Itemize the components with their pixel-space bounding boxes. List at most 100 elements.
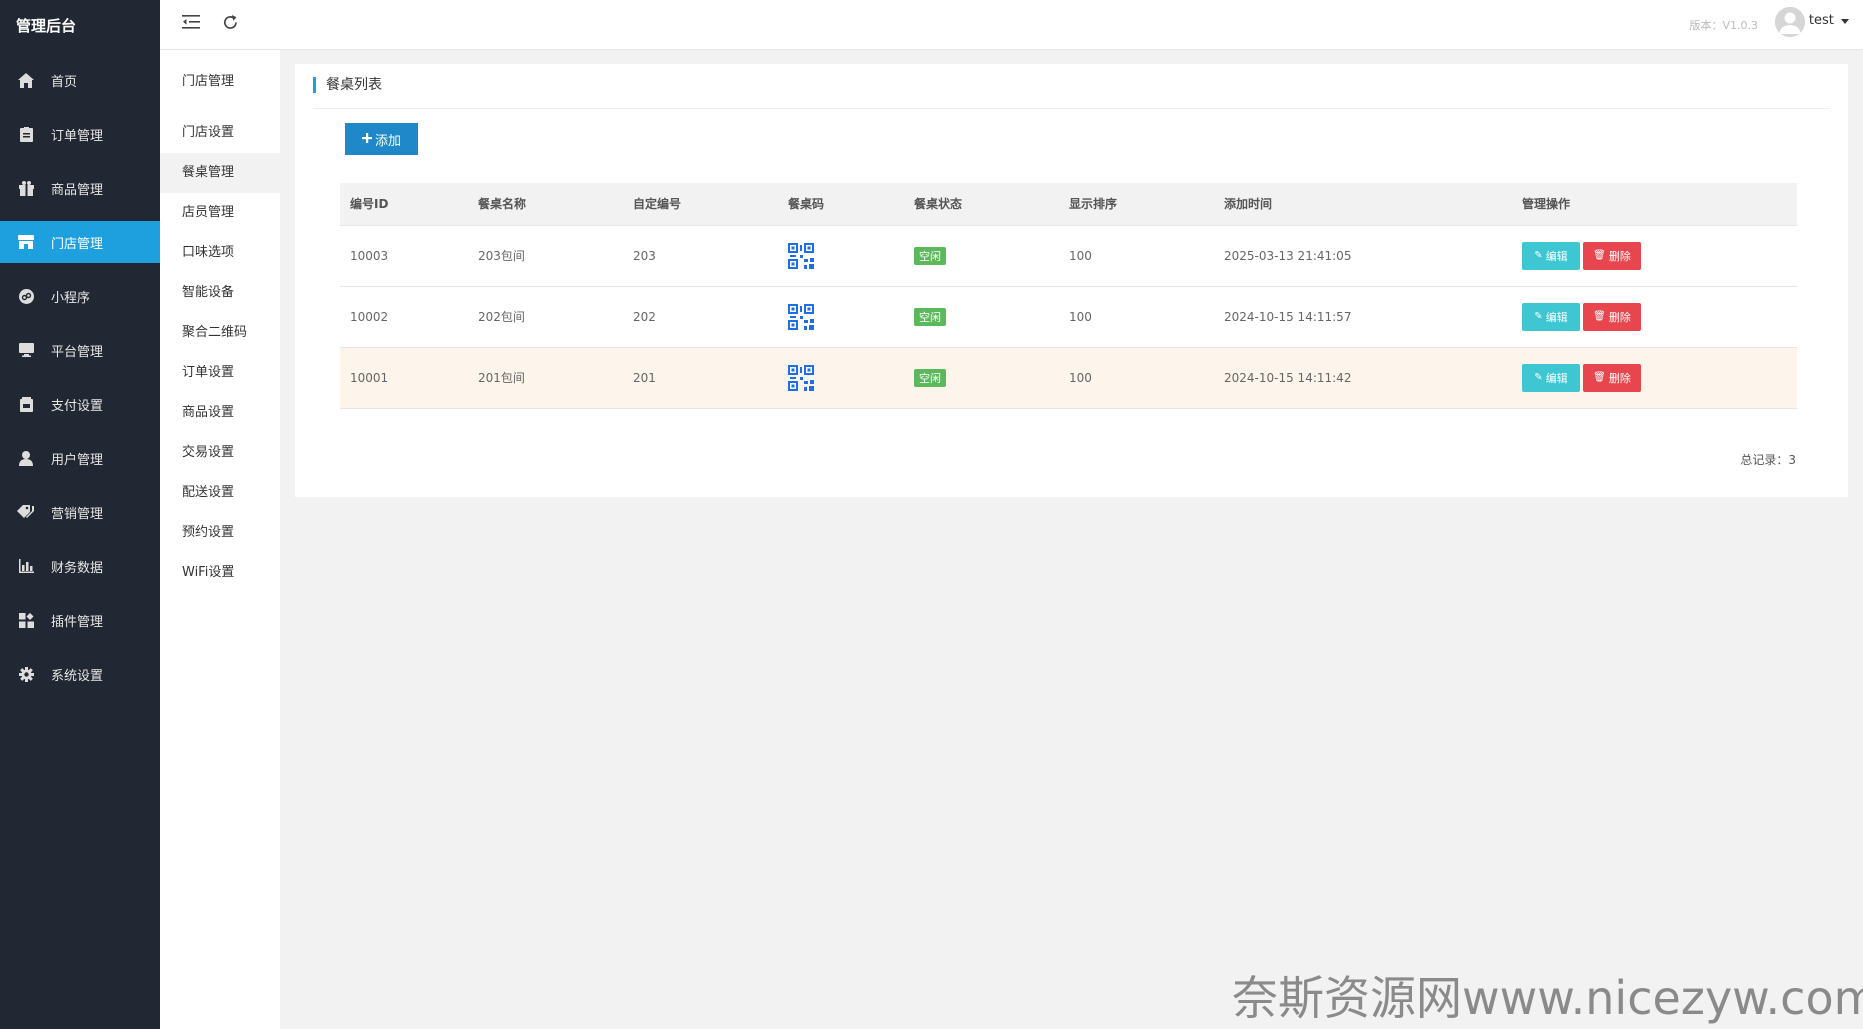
qrcode-icon[interactable] xyxy=(788,364,814,391)
table-row: 10003 203包间 203 空闲 100 2025-03-13 21:41:… xyxy=(340,225,1797,287)
brand-title: 管理后台 xyxy=(16,17,77,35)
edit-button[interactable]: ✎ 编辑 xyxy=(1522,302,1580,331)
nav-item-marketing[interactable]: 营销管理 xyxy=(0,491,160,533)
subnav-item-aggregate-qr[interactable]: 聚合二维码 xyxy=(160,313,280,353)
nav-item-platform[interactable]: 平台管理 xyxy=(0,329,160,371)
pencil-icon: ✎ xyxy=(1534,250,1543,261)
edit-label: 编辑 xyxy=(1545,249,1568,263)
qrcode-icon[interactable] xyxy=(788,303,814,330)
pencil-icon: ✎ xyxy=(1534,372,1543,383)
delete-button[interactable]: 🗑 删除 xyxy=(1583,363,1641,392)
nav-item-plugins[interactable]: 插件管理 xyxy=(0,599,160,641)
main-sidebar: 管理后台 首页 订单管理 商品管理 门店管理 小程序 平台管理 支付设置 用户管… xyxy=(0,0,160,1029)
nav-item-orders[interactable]: 订单管理 xyxy=(0,113,160,155)
cell-id: 10001 xyxy=(340,347,468,409)
cell-actions: ✎ 编辑 🗑 删除 xyxy=(1512,286,1797,348)
nav-label: 用户管理 xyxy=(51,452,104,468)
nav-label: 门店管理 xyxy=(51,236,104,252)
edit-button[interactable]: ✎ 编辑 xyxy=(1522,241,1580,270)
divider xyxy=(313,108,1830,109)
subnav-item-table-management[interactable]: 餐桌管理 xyxy=(160,153,280,193)
watermark-text: 奈斯资源网www.nicezyw.com xyxy=(1232,971,1863,1025)
nav-item-store[interactable]: 门店管理 xyxy=(0,221,160,263)
cell-name: 203包间 xyxy=(468,225,623,287)
total-records: 总记录：3 xyxy=(1740,453,1796,467)
table-row: 10001 201包间 201 空闲 100 2024-10-15 14:11:… xyxy=(340,347,1797,409)
col-header-time: 添加时间 xyxy=(1214,183,1512,226)
cell-actions: ✎ 编辑 🗑 删除 xyxy=(1512,225,1797,287)
add-button[interactable]: 添加 xyxy=(345,123,418,155)
cell-status: 空闲 xyxy=(904,286,1059,348)
status-badge: 空闲 xyxy=(914,307,946,326)
subnav-item-wifi-settings[interactable]: WiFi设置 xyxy=(160,553,280,593)
col-header-id: 编号ID xyxy=(340,183,468,226)
nav-label: 商品管理 xyxy=(51,182,104,198)
edit-label: 编辑 xyxy=(1545,371,1568,385)
cell-time: 2024-10-15 14:11:57 xyxy=(1214,286,1512,348)
delete-label: 删除 xyxy=(1608,310,1631,324)
subnav-item-reservation-settings[interactable]: 预约设置 xyxy=(160,513,280,553)
delete-button[interactable]: 🗑 删除 xyxy=(1583,302,1641,331)
subnav-item-trade-settings[interactable]: 交易设置 xyxy=(160,433,280,473)
edit-button[interactable]: ✎ 编辑 xyxy=(1522,363,1580,392)
refresh-icon[interactable] xyxy=(222,14,244,36)
subnav-item-delivery-settings[interactable]: 配送设置 xyxy=(160,473,280,513)
subnav-item-flavor[interactable]: 口味选项 xyxy=(160,233,280,273)
avatar[interactable] xyxy=(1775,7,1805,37)
cell-qr xyxy=(778,286,904,348)
cell-id: 10003 xyxy=(340,225,468,287)
cell-code: 201 xyxy=(623,347,778,409)
cell-status: 空闲 xyxy=(904,225,1059,287)
cell-name: 201包间 xyxy=(468,347,623,409)
col-header-sort: 显示排序 xyxy=(1059,183,1214,226)
subnav-item-devices[interactable]: 智能设备 xyxy=(160,273,280,313)
delete-button[interactable]: 🗑 删除 xyxy=(1583,241,1641,270)
collapse-menu-icon[interactable] xyxy=(182,14,204,36)
store-icon xyxy=(16,234,36,250)
col-header-name: 餐桌名称 xyxy=(468,183,623,226)
card-title: 餐桌列表 xyxy=(313,77,382,93)
add-button-label: 添加 xyxy=(374,133,401,149)
nav-label: 财务数据 xyxy=(51,560,104,576)
cell-name: 202包间 xyxy=(468,286,623,348)
col-header-status: 餐桌状态 xyxy=(904,183,1059,226)
subnav-item-order-settings[interactable]: 订单设置 xyxy=(160,353,280,393)
status-badge: 空闲 xyxy=(914,368,946,387)
nav-item-miniprogram[interactable]: 小程序 xyxy=(0,275,160,317)
home-icon xyxy=(16,72,36,88)
qrcode-icon[interactable] xyxy=(788,242,814,269)
wallet-icon xyxy=(16,396,36,412)
nav-item-home[interactable]: 首页 xyxy=(0,59,160,101)
top-header: 版本：V1.0.3 test xyxy=(160,0,1863,50)
nav-label: 营销管理 xyxy=(51,506,104,522)
subnav-item-product-settings[interactable]: 商品设置 xyxy=(160,393,280,433)
cell-status: 空闲 xyxy=(904,347,1059,409)
table-header-row: 编号ID 餐桌名称 自定编号 餐桌码 餐桌状态 显示排序 添加时间 管理操作 xyxy=(340,183,1797,226)
cell-code: 203 xyxy=(623,225,778,287)
username: test xyxy=(1808,13,1834,28)
cell-id: 10002 xyxy=(340,286,468,348)
tables-table: 编号ID 餐桌名称 自定编号 餐桌码 餐桌状态 显示排序 添加时间 管理操作 1… xyxy=(340,183,1797,409)
cell-sort: 100 xyxy=(1059,347,1214,409)
nav-item-settings[interactable]: 系统设置 xyxy=(0,653,160,695)
nav-item-products[interactable]: 商品管理 xyxy=(0,167,160,209)
nav-item-payment[interactable]: 支付设置 xyxy=(0,383,160,425)
nav-label: 订单管理 xyxy=(51,128,104,144)
nav-label: 首页 xyxy=(51,74,78,90)
cell-time: 2024-10-15 14:11:42 xyxy=(1214,347,1512,409)
cell-time: 2025-03-13 21:41:05 xyxy=(1214,225,1512,287)
subnav-item-store-settings[interactable]: 门店设置 xyxy=(160,113,280,153)
col-header-custom-code: 自定编号 xyxy=(623,183,778,226)
subnav-item-staff[interactable]: 店员管理 xyxy=(160,193,280,233)
user-menu[interactable]: test xyxy=(1809,13,1849,28)
monitor-icon xyxy=(16,342,36,358)
table-list-card: 餐桌列表 添加 编号ID 餐桌名称 自定编号 餐桌码 餐桌状态 显示排序 添加时… xyxy=(295,64,1848,497)
nav-item-users[interactable]: 用户管理 xyxy=(0,437,160,479)
status-badge: 空闲 xyxy=(914,246,946,265)
nav-item-finance[interactable]: 财务数据 xyxy=(0,545,160,587)
nav-label: 支付设置 xyxy=(51,398,104,414)
edit-label: 编辑 xyxy=(1545,310,1568,324)
delete-label: 删除 xyxy=(1608,371,1631,385)
cell-sort: 100 xyxy=(1059,225,1214,287)
col-header-actions: 管理操作 xyxy=(1512,183,1797,226)
